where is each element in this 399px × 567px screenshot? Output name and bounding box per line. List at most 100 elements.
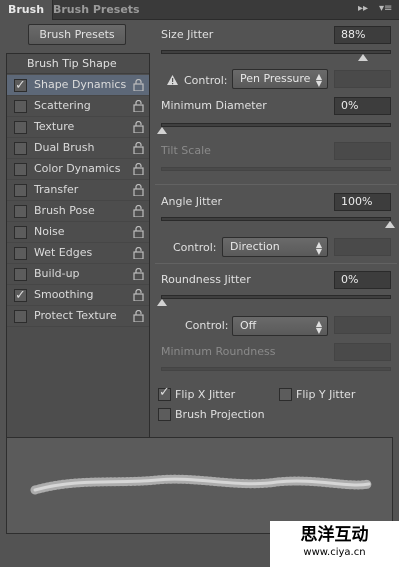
- brush-presets-button[interactable]: Brush Presets: [28, 24, 126, 45]
- roundness-control-select[interactable]: Off ▲ ▼: [232, 316, 328, 336]
- list-item-wet-edges[interactable]: Wet Edges: [7, 243, 149, 264]
- shape-dynamics-settings: Size Jitter 88% Control: Pen Pressure ▲ ▼…: [155, 20, 399, 460]
- list-item-texture[interactable]: Texture: [7, 117, 149, 138]
- roundness-control-value: Off: [240, 319, 257, 332]
- list-item-checkbox[interactable]: [14, 205, 27, 218]
- lock-icon[interactable]: [133, 268, 144, 280]
- flip-x-label: Flip X Jitter: [175, 388, 236, 401]
- list-item-label: Scattering: [34, 99, 91, 112]
- lock-icon[interactable]: [133, 184, 144, 196]
- watermark-logo: 思洋互动 www.ciya.cn: [270, 521, 399, 567]
- list-item-transfer[interactable]: Transfer: [7, 180, 149, 201]
- angle-jitter-field[interactable]: 100%: [334, 193, 391, 211]
- list-item-label: Build-up: [34, 267, 80, 280]
- list-item-checkbox[interactable]: [14, 163, 27, 176]
- flip-y-checkbox[interactable]: ✓: [279, 388, 292, 401]
- roundness-jitter-label: Roundness Jitter: [161, 273, 251, 286]
- brush-projection-checkbox[interactable]: ✓: [158, 408, 171, 421]
- roundness-jitter-slider-thumb[interactable]: [157, 299, 167, 306]
- roundness-jitter-field[interactable]: 0%: [334, 271, 391, 289]
- lock-icon[interactable]: [133, 226, 144, 238]
- list-item-brush-pose[interactable]: Brush Pose: [7, 201, 149, 222]
- flip-x-checkbox[interactable]: ✓: [158, 385, 171, 401]
- chevron-updown-icon: ▲ ▼: [315, 319, 322, 335]
- angle-control-select[interactable]: Direction ▲ ▼: [222, 237, 328, 257]
- list-item-build-up[interactable]: Build-up: [7, 264, 149, 285]
- lock-icon[interactable]: [133, 247, 144, 259]
- list-item-brush-tip-shape[interactable]: Brush Tip Shape: [7, 54, 149, 74]
- roundness-control-field: [334, 316, 391, 334]
- size-jitter-slider-thumb[interactable]: [357, 54, 368, 61]
- list-item-label: Transfer: [34, 183, 79, 196]
- lock-icon[interactable]: [133, 100, 144, 112]
- min-diameter-slider[interactable]: [157, 123, 391, 134]
- list-item-label: Texture: [34, 120, 75, 133]
- list-item-checkbox[interactable]: [14, 226, 27, 239]
- roundness-jitter-slider[interactable]: [157, 295, 391, 306]
- list-item-label: Protect Texture: [34, 309, 117, 322]
- brush-settings-list: Brush Tip Shape ✓ Shape Dynamics Scatterin…: [6, 53, 150, 446]
- list-item-noise[interactable]: Noise: [7, 222, 149, 243]
- size-control-select[interactable]: Pen Pressure ▲ ▼: [232, 69, 328, 89]
- list-item-shape-dynamics[interactable]: ✓ Shape Dynamics: [7, 75, 149, 96]
- list-item-checkbox[interactable]: ✓: [14, 78, 27, 93]
- list-item-label: Wet Edges: [34, 246, 93, 259]
- list-item-label: Noise: [34, 225, 65, 238]
- lock-icon[interactable]: [133, 163, 144, 175]
- list-item-checkbox[interactable]: ✓: [14, 288, 27, 303]
- warning-icon: [167, 75, 178, 85]
- list-item-checkbox[interactable]: [14, 184, 27, 197]
- lock-icon[interactable]: [133, 121, 144, 133]
- min-diameter-field[interactable]: 0%: [334, 97, 391, 115]
- list-item-dual-brush[interactable]: Dual Brush: [7, 138, 149, 159]
- list-item-protect-texture[interactable]: Protect Texture: [7, 306, 149, 327]
- min-diameter-slider-thumb[interactable]: [157, 127, 167, 134]
- watermark-title: 思洋互动: [300, 525, 369, 545]
- lock-icon[interactable]: [133, 310, 144, 322]
- list-item-label: Smoothing: [34, 288, 94, 301]
- panel-menu-icon[interactable]: ▾≡: [379, 3, 392, 14]
- angle-jitter-slider[interactable]: [161, 217, 395, 228]
- panel-tab-bar: Brush Brush Presets ▸▸ ▾≡: [0, 0, 399, 20]
- lock-icon[interactable]: [133, 79, 144, 91]
- tab-brush-presets[interactable]: Brush Presets: [45, 0, 148, 20]
- list-item-label: Color Dynamics: [34, 162, 121, 175]
- size-control-value: Pen Pressure: [240, 72, 311, 85]
- min-roundness-slider: [161, 367, 391, 371]
- lock-icon[interactable]: [133, 142, 144, 154]
- size-jitter-slider[interactable]: [161, 50, 391, 61]
- angle-control-field: [334, 238, 391, 256]
- tilt-scale-field: [334, 142, 391, 160]
- size-jitter-label: Size Jitter: [161, 28, 214, 41]
- list-item-checkbox[interactable]: [14, 247, 27, 260]
- separator: [155, 184, 397, 185]
- tilt-scale-slider: [161, 167, 391, 171]
- angle-jitter-slider-thumb[interactable]: [385, 221, 395, 228]
- list-item-smoothing[interactable]: ✓ Smoothing: [7, 285, 149, 306]
- brush-stroke-preview: [6, 437, 393, 534]
- brush-panel: Brush Presets Brush Tip Shape ✓ Shape Dyn…: [0, 20, 399, 567]
- min-roundness-field: [334, 343, 391, 361]
- list-item-checkbox[interactable]: [14, 100, 27, 113]
- angle-jitter-label: Angle Jitter: [161, 195, 223, 208]
- size-jitter-field[interactable]: 88%: [334, 26, 391, 44]
- collapse-icon[interactable]: ▸▸: [358, 3, 368, 14]
- chevron-updown-icon: ▲ ▼: [315, 240, 322, 256]
- list-item-checkbox[interactable]: [14, 142, 27, 155]
- list-item-checkbox[interactable]: [14, 121, 27, 134]
- tilt-scale-label: Tilt Scale: [161, 144, 211, 157]
- list-item-scattering[interactable]: Scattering: [7, 96, 149, 117]
- list-item-checkbox[interactable]: [14, 268, 27, 281]
- list-item-checkbox[interactable]: [14, 310, 27, 323]
- list-item-color-dynamics[interactable]: Color Dynamics: [7, 159, 149, 180]
- list-item-label: Brush Pose: [34, 204, 95, 217]
- roundness-control-label: Control:: [185, 319, 229, 332]
- watermark-url: www.ciya.cn: [303, 547, 366, 558]
- lock-icon[interactable]: [133, 289, 144, 301]
- stroke-preview-image: [30, 474, 374, 495]
- brush-projection-label: Brush Projection: [175, 408, 265, 421]
- angle-control-label: Control:: [173, 241, 217, 254]
- lock-icon[interactable]: [133, 205, 144, 217]
- list-item-label: Shape Dynamics: [34, 78, 127, 91]
- min-roundness-label: Minimum Roundness: [161, 345, 276, 358]
